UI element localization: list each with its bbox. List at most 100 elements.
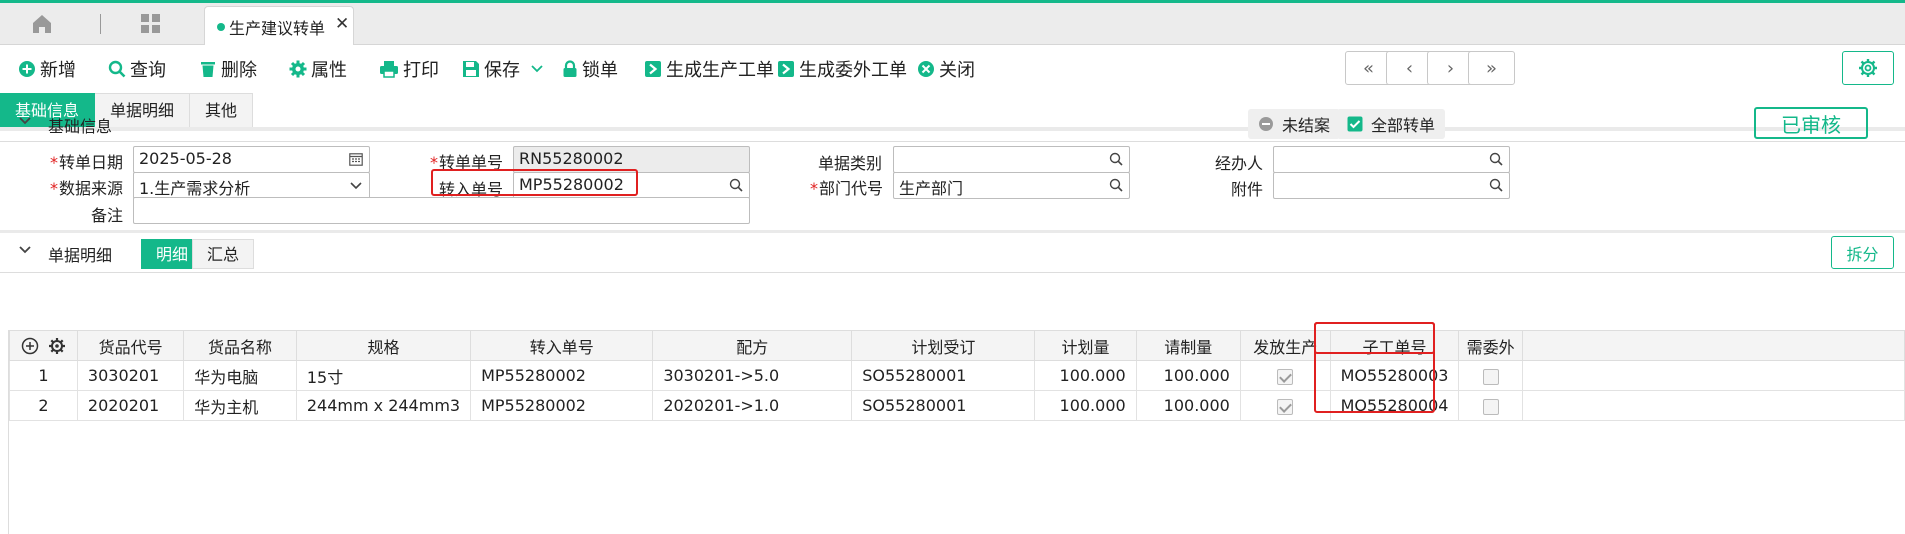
handler-field[interactable]	[1273, 146, 1510, 173]
gen-outsource-button[interactable]: 生成委外工单	[777, 56, 907, 82]
col-header[interactable]: 规格	[295, 330, 472, 361]
apps-grid-icon[interactable]	[140, 13, 162, 35]
cell-name[interactable]: 华为主机	[183, 390, 297, 421]
data-source-select[interactable]: 1.生产需求分析	[133, 172, 370, 199]
doc-type-field[interactable]	[893, 146, 1130, 173]
split-button[interactable]: 拆分	[1831, 236, 1894, 269]
cell-plan-qty[interactable]: 100.000	[1034, 390, 1137, 421]
col-header[interactable]: 配方	[652, 330, 853, 361]
close-circle-icon	[918, 61, 934, 77]
row-index: 1	[9, 360, 78, 391]
column-settings-icon[interactable]	[48, 337, 66, 355]
window-tab-strip: 生产建议转单 ✕	[0, 3, 1905, 45]
active-dot-icon	[217, 23, 225, 31]
table-row[interactable]: 2 2020201 华为主机 244mm x 244mm3 MP55280002…	[9, 390, 1905, 421]
cell-formula[interactable]: 3030201->5.0	[652, 360, 853, 391]
cell-name[interactable]: 华为电脑	[183, 360, 297, 391]
dept-code-field[interactable]: 生产部门	[893, 172, 1130, 199]
collapse-chevron-icon[interactable]	[18, 245, 32, 255]
new-button[interactable]: 新增	[18, 56, 76, 82]
cell-formula[interactable]: 2020201->1.0	[652, 390, 853, 421]
delete-label: 删除	[221, 60, 257, 81]
plus-circle-icon	[19, 61, 35, 77]
col-header[interactable]: 计划受订	[851, 330, 1036, 361]
released-checkbox[interactable]	[1277, 368, 1294, 385]
tab-production-transfer[interactable]: 生产建议转单 ✕	[204, 6, 354, 45]
col-header[interactable]: 请制量	[1135, 330, 1241, 361]
query-button[interactable]: 查询	[108, 56, 166, 82]
save-button[interactable]: 保存	[462, 56, 548, 82]
cell-code[interactable]: 2020201	[76, 390, 185, 421]
table-row[interactable]: 1 3030201 华为电脑 15寸 MP55280002 3030201->5…	[9, 360, 1905, 391]
close-label: 关闭	[939, 60, 975, 81]
attachment-label: 附件	[1230, 180, 1263, 199]
properties-button[interactable]: 属性	[289, 56, 347, 82]
settings-button[interactable]	[1842, 51, 1894, 85]
remark-field[interactable]	[133, 197, 750, 224]
dept-code-label: *部门代号	[809, 179, 883, 198]
collapse-chevron-icon[interactable]	[18, 116, 32, 126]
search-icon[interactable]	[1489, 178, 1503, 192]
cell-spec[interactable]: 244mm x 244mm3	[295, 390, 472, 421]
close-button[interactable]: 关闭	[917, 56, 975, 82]
delete-button[interactable]: 删除	[199, 56, 257, 82]
next-record-button[interactable]: ›	[1427, 51, 1474, 85]
search-icon[interactable]	[729, 178, 743, 192]
cell-filler	[1521, 390, 1905, 421]
cell-input-no[interactable]: MP55280002	[470, 390, 654, 421]
cell-plan-order[interactable]: SO55280001	[851, 360, 1036, 391]
outsource-checkbox[interactable]	[1482, 398, 1499, 415]
prev-record-icon: ‹	[1405, 57, 1414, 79]
cell-req-qty[interactable]: 100.000	[1135, 390, 1241, 421]
cell-spec[interactable]: 15寸	[295, 360, 472, 391]
handler-label: 经办人	[1214, 154, 1263, 173]
cell-plan-qty[interactable]: 100.000	[1034, 360, 1137, 391]
first-record-button[interactable]: «	[1345, 51, 1392, 85]
status-unclosed-label: 未结案	[1282, 116, 1331, 135]
first-record-icon: «	[1362, 57, 1374, 79]
remark-label: 备注	[90, 206, 123, 225]
cell-code[interactable]: 3030201	[76, 360, 185, 391]
col-header[interactable]: 计划量	[1034, 330, 1137, 361]
cell-outsource	[1458, 360, 1523, 391]
tab-summary[interactable]: 汇总	[192, 239, 255, 269]
grid-header-row: 货品代号 货品名称 规格 转入单号 配方 计划受订 计划量 请制量 发放生产 子…	[9, 330, 1905, 361]
transfer-date-field[interactable]: 2025-05-28	[133, 146, 370, 173]
attachment-field[interactable]	[1273, 172, 1510, 199]
calendar-icon[interactable]	[349, 152, 363, 166]
col-header[interactable]: 转入单号	[470, 330, 654, 361]
check-square-icon	[1347, 116, 1363, 132]
highlight-box-sub-no-column	[1314, 322, 1435, 413]
col-header[interactable]: 货品名称	[183, 330, 297, 361]
lock-button[interactable]: 锁单	[562, 56, 618, 82]
row-index: 2	[9, 390, 78, 421]
outsource-checkbox[interactable]	[1482, 368, 1499, 385]
released-checkbox[interactable]	[1277, 398, 1294, 415]
next-record-icon: ›	[1446, 57, 1455, 79]
gen-production-button[interactable]: 生成生产工单	[644, 56, 774, 82]
cell-input-no[interactable]: MP55280002	[470, 360, 654, 391]
chevron-down-icon[interactable]	[349, 181, 363, 191]
col-header[interactable]: 需委外	[1458, 330, 1523, 361]
home-icon[interactable]	[30, 13, 54, 35]
query-label: 查询	[130, 60, 166, 81]
print-button[interactable]: 打印	[379, 56, 439, 82]
search-icon[interactable]	[1489, 152, 1503, 166]
cell-plan-order[interactable]: SO55280001	[851, 390, 1036, 421]
section-title: 基础信息	[48, 117, 113, 136]
cell-req-qty[interactable]: 100.000	[1135, 360, 1241, 391]
search-icon[interactable]	[1109, 152, 1123, 166]
prev-record-button[interactable]: ‹	[1386, 51, 1433, 85]
add-row-icon[interactable]	[21, 337, 39, 355]
status-all-transferred: 全部转单	[1337, 109, 1446, 139]
chevron-down-icon[interactable]	[530, 64, 544, 74]
print-label: 打印	[403, 60, 439, 81]
search-icon[interactable]	[1109, 178, 1123, 192]
tab-divider	[100, 14, 101, 34]
col-header[interactable]: 货品代号	[76, 330, 185, 361]
generate-arrow-icon	[778, 61, 794, 77]
approved-badge: 已审核	[1754, 107, 1868, 139]
close-tab-icon[interactable]: ✕	[335, 14, 349, 34]
last-record-button[interactable]: »	[1468, 51, 1515, 85]
grid-tools-header	[9, 330, 78, 361]
